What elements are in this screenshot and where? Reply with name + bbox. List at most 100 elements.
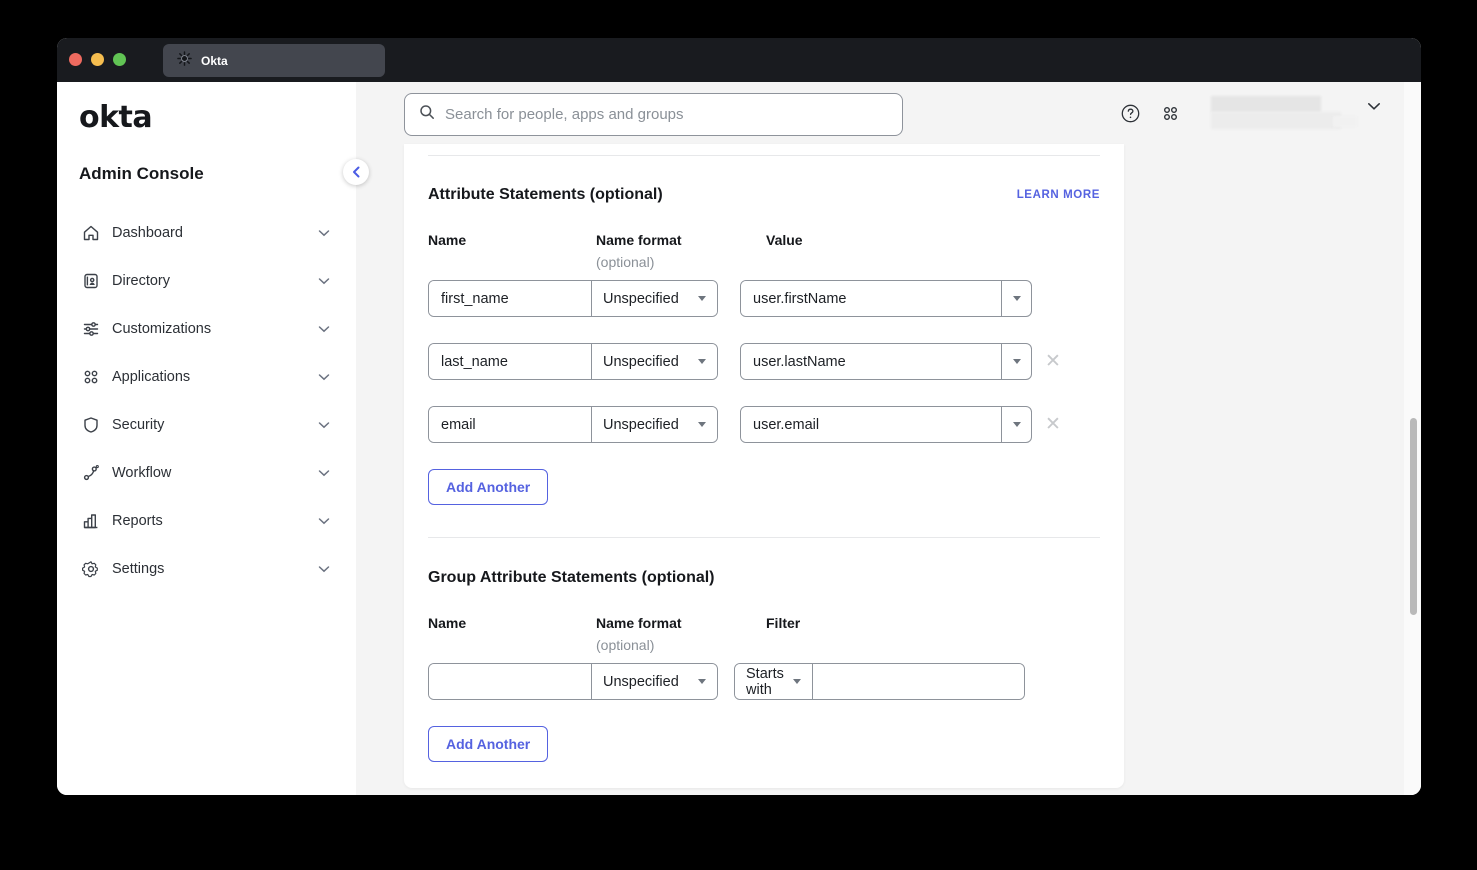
attribute-value-input[interactable] <box>741 407 1001 442</box>
gear-icon <box>82 560 100 578</box>
caret-down-icon <box>698 359 706 364</box>
browser-chrome: Okta <box>57 38 1421 82</box>
name-format-select[interactable]: Unspecified <box>591 344 717 379</box>
section-divider <box>428 155 1100 156</box>
sidebar-item-reports[interactable]: Reports <box>79 497 356 545</box>
attribute-name-input[interactable] <box>429 281 591 316</box>
sidebar-item-settings[interactable]: Settings <box>79 545 356 593</box>
chevron-down-icon <box>318 272 330 290</box>
attribute-statements-title: Attribute Statements (optional) <box>428 186 663 204</box>
help-button[interactable] <box>1119 102 1141 124</box>
saml-settings-card: Attribute Statements (optional) LEARN MO… <box>404 144 1124 788</box>
main-area: Attribute Statements (optional) LEARN MO… <box>356 82 1421 795</box>
attribute-row: Unspecified ✕ <box>428 406 1100 443</box>
apps-launcher-button[interactable] <box>1159 102 1181 124</box>
sidebar-item-customizations[interactable]: Customizations <box>79 305 356 353</box>
shield-icon <box>82 416 100 434</box>
add-attribute-button[interactable]: Add Another <box>428 469 548 505</box>
attribute-name-input[interactable] <box>429 344 591 379</box>
attribute-row: Unspecified ✕ <box>428 343 1100 380</box>
search-input[interactable] <box>445 106 888 123</box>
zoom-window-button[interactable] <box>113 53 126 66</box>
redacted-user-org <box>1211 112 1341 129</box>
sidebar-item-dashboard[interactable]: Dashboard <box>79 209 356 257</box>
chevron-down-icon <box>318 464 330 482</box>
user-account-menu[interactable] <box>1211 94 1361 132</box>
scrollbar-thumb[interactable] <box>1410 418 1417 615</box>
apps-grid-icon <box>1161 104 1180 123</box>
bar-chart-icon <box>82 512 100 530</box>
sliders-icon <box>82 320 100 338</box>
global-search[interactable] <box>404 93 903 136</box>
sidebar-collapse-button[interactable] <box>343 159 369 185</box>
tab-title: Okta <box>201 54 228 68</box>
column-header-value: Value <box>766 232 803 248</box>
browser-tab[interactable]: Okta <box>163 44 385 77</box>
attribute-value-input[interactable] <box>741 344 1001 379</box>
chevron-down-icon <box>318 416 330 434</box>
caret-down-icon <box>698 296 706 301</box>
group-attribute-row: Unspecified Starts with <box>428 663 1100 700</box>
name-format-select[interactable]: Unspecified <box>591 664 717 699</box>
okta-logo: okta <box>79 103 356 133</box>
screen: Okta okta Admin Console Dashboard <box>0 0 1477 870</box>
section-divider <box>428 537 1100 538</box>
value-dropdown-button[interactable] <box>1001 281 1031 316</box>
workflow-icon <box>82 464 100 482</box>
group-attribute-statements-title: Group Attribute Statements (optional) <box>428 569 715 587</box>
sidebar-item-security[interactable]: Security <box>79 401 356 449</box>
name-format-select[interactable]: Unspecified <box>591 407 717 442</box>
attribute-row: Unspecified <box>428 280 1100 317</box>
sidebar-item-directory[interactable]: Directory <box>79 257 356 305</box>
chevron-down-icon <box>1367 98 1381 116</box>
help-icon <box>1121 104 1140 123</box>
top-header <box>356 82 1421 144</box>
filter-value-input[interactable] <box>813 664 1024 699</box>
sidebar-item-applications[interactable]: Applications <box>79 353 356 401</box>
caret-down-icon <box>793 679 801 684</box>
sidebar-nav: Dashboard Directory <box>79 209 356 593</box>
chevron-down-icon <box>318 368 330 386</box>
column-header-name-format: Name format <box>596 615 682 631</box>
redacted-user-name <box>1211 96 1321 112</box>
sidebar-item-workflow[interactable]: Workflow <box>79 449 356 497</box>
attribute-name-input[interactable] <box>429 407 591 442</box>
apps-grid-icon <box>82 368 100 386</box>
redacted-user-org-tail <box>1333 116 1357 127</box>
value-dropdown-button[interactable] <box>1001 344 1031 379</box>
traffic-lights <box>69 53 126 66</box>
chevron-down-icon <box>318 320 330 338</box>
browser-window: Okta okta Admin Console Dashboard <box>57 38 1421 795</box>
column-header-optional-note: (optional) <box>596 637 766 653</box>
filter-type-select[interactable]: Starts with <box>735 664 813 699</box>
remove-row-button[interactable]: ✕ <box>1045 415 1061 434</box>
column-header-name-format: Name format <box>596 232 682 248</box>
column-header-optional-note: (optional) <box>596 254 766 270</box>
group-column-headers: Name Name format (optional) Filter <box>428 615 1100 653</box>
admin-console-title: Admin Console <box>79 164 356 184</box>
value-dropdown-button[interactable] <box>1001 407 1031 442</box>
name-format-select[interactable]: Unspecified <box>591 281 717 316</box>
add-group-attribute-button[interactable]: Add Another <box>428 726 548 762</box>
group-name-input[interactable] <box>429 664 591 699</box>
caret-down-icon <box>1013 296 1021 301</box>
okta-favicon-icon <box>177 51 192 71</box>
column-header-name: Name <box>428 232 466 248</box>
search-icon <box>419 104 435 125</box>
chevron-down-icon <box>318 224 330 242</box>
id-card-icon <box>82 272 100 290</box>
attribute-value-input[interactable] <box>741 281 1001 316</box>
sidebar: okta Admin Console Dashboard <box>57 82 356 795</box>
chevron-down-icon <box>318 512 330 530</box>
column-header-filter: Filter <box>766 615 800 631</box>
home-icon <box>82 224 100 242</box>
chevron-down-icon <box>318 560 330 578</box>
close-window-button[interactable] <box>69 53 82 66</box>
minimize-window-button[interactable] <box>91 53 104 66</box>
chevron-left-icon <box>352 166 360 178</box>
caret-down-icon <box>1013 359 1021 364</box>
learn-more-link[interactable]: LEARN MORE <box>1017 189 1100 201</box>
caret-down-icon <box>698 679 706 684</box>
caret-down-icon <box>698 422 706 427</box>
remove-row-button[interactable]: ✕ <box>1045 352 1061 371</box>
